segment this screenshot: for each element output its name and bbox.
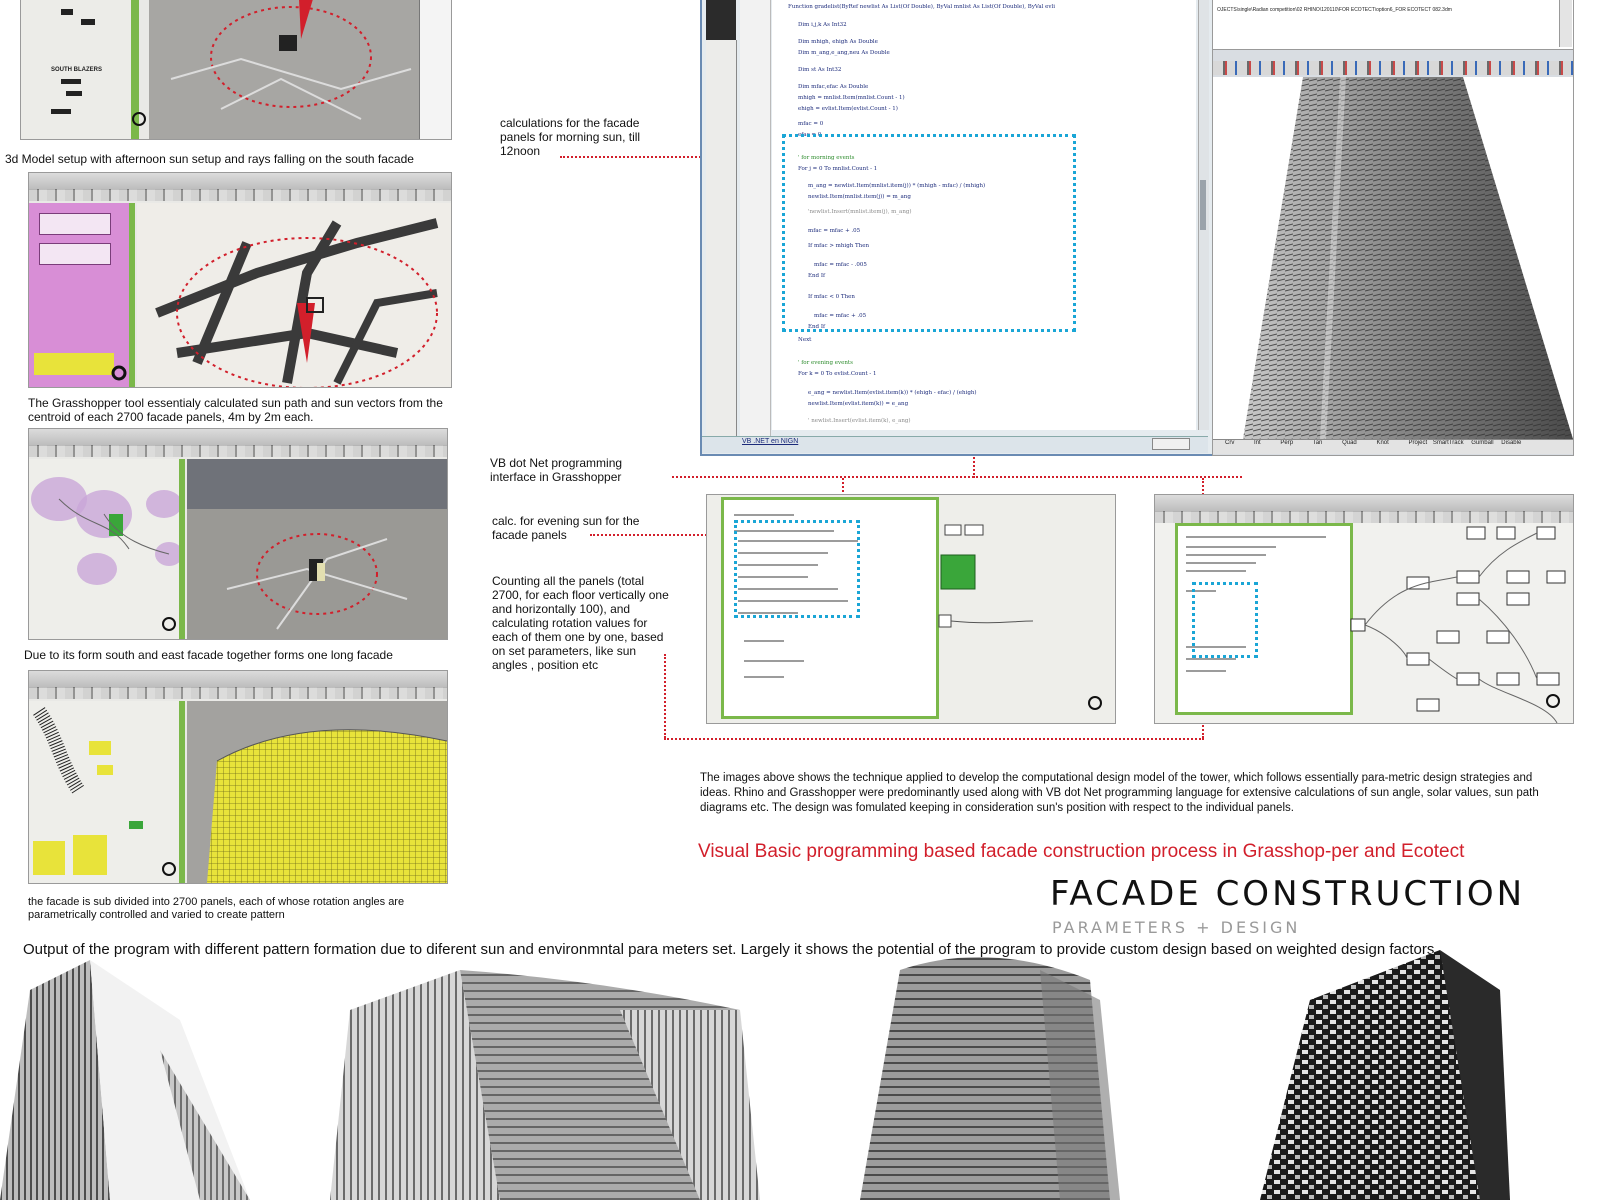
code-line: newlist.Item(evlist.item(k)) = e_ang xyxy=(808,401,909,407)
caption-sun-vectors: The Grasshopper tool essentialy calculat… xyxy=(28,396,443,424)
screenshot-evening-code xyxy=(706,494,1116,724)
osnap-item[interactable]: Project xyxy=(1408,440,1427,446)
osnap-item[interactable]: Quad xyxy=(1342,440,1357,446)
code-line: Next xyxy=(798,337,812,343)
code-line: mfac = 0 xyxy=(798,121,824,127)
osnap-item[interactable]: Tan xyxy=(1313,440,1323,446)
osnap-item[interactable]: Gumball xyxy=(1471,440,1493,446)
node-code-highlight xyxy=(1192,582,1258,658)
tower-render-1 xyxy=(0,960,250,1200)
caption-subdivided-panels: the facade is sub divided into 2700 pane… xyxy=(28,896,405,921)
tower-render-4 xyxy=(1260,950,1510,1200)
title-facade-construction: FACADE CONSTRUCTION xyxy=(1050,874,1526,914)
osnap-status-bar[interactable]: Crv Int Perp Tan Quad Knot Project Smart… xyxy=(1213,439,1573,454)
tower-renders-row xyxy=(0,950,1510,1200)
vb-code-editor-window: Function gradelist(ByRef newlist As List… xyxy=(700,0,1214,456)
evening-code-panel xyxy=(721,497,939,719)
osnap-item[interactable]: SmartTrack xyxy=(1433,440,1464,446)
code-line: ehigh = evlist.Item(evlist.Count - 1) xyxy=(798,106,898,112)
connector-counting-h xyxy=(664,738,1204,740)
street-map-diagram xyxy=(155,218,439,387)
annotation-counting-panels: Counting all the panels (total 2700, for… xyxy=(492,574,669,672)
connector-vbnet xyxy=(672,476,1242,478)
red-caption: Visual Basic programming based facade co… xyxy=(698,841,1465,862)
node-network-graph xyxy=(1350,526,1566,723)
ok-button[interactable] xyxy=(1152,438,1190,450)
code-line: ' for evening events xyxy=(798,360,853,366)
rhino-toolbar[interactable] xyxy=(1213,61,1573,75)
caption-sun-setup: 3d Model setup with afternoon sun setup … xyxy=(5,152,414,166)
code-tab-label[interactable]: VB .NET en NIGN xyxy=(742,438,798,445)
annotation-vbnet-interface: VB dot Net programming interface in Gras… xyxy=(490,456,623,484)
screenshot-node-network xyxy=(1154,494,1574,724)
file-path-text: OJECTS\single\Radian competition\02 RHIN… xyxy=(1217,7,1452,13)
south-blazers-label: SOUTH BLAZERS xyxy=(51,67,102,73)
code-line: Dim mhigh, ehigh As Double xyxy=(798,39,878,45)
code-line: Dim st As Int32 xyxy=(798,67,842,73)
osnap-item[interactable]: Crv xyxy=(1225,440,1234,446)
code-line: For k = 0 To evlist.Count - 1 xyxy=(798,371,877,377)
code-line: mhigh = mnlist.Item(mnlist.Count - 1) xyxy=(798,95,905,101)
rhino-viewport-window: OJECTS\single\Radian competition\02 RHIN… xyxy=(1212,0,1574,456)
osnap-item[interactable]: Disable xyxy=(1501,440,1521,446)
screenshot-grasshopper-nodes xyxy=(28,428,448,640)
morning-code-highlight xyxy=(782,134,1076,332)
code-line: Dim i,j,k As Int32 xyxy=(798,22,847,28)
caption-long-facade: Due to its form south and east facade to… xyxy=(24,648,393,662)
node-graph-evening xyxy=(938,524,1102,710)
code-line: Dim m_ang,e_ang,neu As Double xyxy=(798,50,890,56)
refresh-icon xyxy=(111,365,127,381)
code-signature: Function gradelist(ByRef newlist As List… xyxy=(788,4,1056,10)
evening-code-highlight xyxy=(734,520,860,618)
osnap-item[interactable]: Perp xyxy=(1280,440,1293,446)
osnap-item[interactable]: Knot xyxy=(1376,440,1388,446)
description-paragraph: The images above shows the technique app… xyxy=(700,772,1539,814)
code-line: e_ang = newlist.Item(evlist.item(k)) * (… xyxy=(808,390,977,396)
tower-render-3 xyxy=(860,957,1120,1200)
screenshot-grasshopper-map xyxy=(28,172,452,388)
yellow-tower-model xyxy=(207,729,447,883)
screenshot-yellow-facade xyxy=(28,670,448,884)
code-line: ' newlist.Insert(evlist.item(k), e_ang) xyxy=(808,418,911,424)
viewport-sun-path xyxy=(226,533,408,630)
osnap-item[interactable]: Int xyxy=(1254,440,1261,446)
annotation-evening-sun: calc. for evening sun for the facade pan… xyxy=(492,514,640,542)
connector-counting-v xyxy=(664,654,666,738)
tower-perspective-render xyxy=(1243,77,1573,439)
vb-component-panel xyxy=(1175,523,1353,715)
annotation-morning-sun: calculations for the facade panels for m… xyxy=(500,116,641,158)
node-graph-facade xyxy=(33,707,176,876)
code-line: Dim mfac,efac As Double xyxy=(798,84,869,90)
screenshot-sun-setup-top: SOUTH BLAZERS xyxy=(20,0,452,140)
tower-render-2 xyxy=(330,970,760,1200)
subtitle-parameters-design: PARAMETERS + DESIGN xyxy=(1052,918,1301,937)
node-graph xyxy=(31,477,179,631)
